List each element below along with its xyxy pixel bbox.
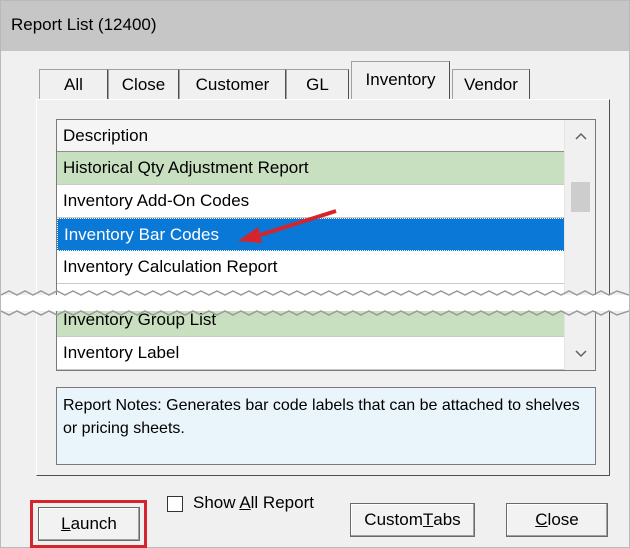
list-item-label: Inventory Label: [63, 343, 180, 362]
tab-gl[interactable]: GL: [286, 69, 349, 99]
launch-label-rest: aunch: [70, 514, 117, 533]
scroll-thumb[interactable]: [571, 182, 590, 212]
show-all-label-mnemonic: A: [239, 493, 251, 512]
custom-tabs-label-prefix: Custom: [364, 510, 423, 529]
tab-vendor-label: Vendor: [464, 74, 518, 94]
scroll-down-icon[interactable]: [565, 338, 596, 370]
list-item-label: Inventory Calculation Report: [63, 257, 278, 276]
torn-edge-divider: [1, 290, 629, 316]
tab-gl-label: GL: [306, 74, 329, 94]
close-label-rest: lose: [547, 510, 579, 529]
list-item-label: Historical Qty Adjustment Report: [63, 158, 309, 177]
tab-vendor[interactable]: Vendor: [452, 69, 530, 99]
show-all-report-checkbox[interactable]: [167, 496, 183, 512]
tab-close-label: Close: [121, 74, 166, 94]
launch-label-mnemonic: L: [61, 514, 71, 533]
tab-strip: All Close Customer GL Inventory Vendor: [1, 51, 629, 101]
close-label-mnemonic: C: [535, 510, 548, 529]
list-item-label: Inventory Add-On Codes: [63, 191, 250, 210]
custom-tabs-button[interactable]: Custom Tabs: [350, 503, 475, 537]
report-notes: Report Notes: Generates bar code labels …: [56, 387, 596, 465]
custom-tabs-label-mnemonic: T: [422, 510, 434, 529]
close-button[interactable]: Close: [506, 503, 608, 537]
show-all-report-label[interactable]: Show All Report: [193, 493, 314, 513]
window-title: Report List (12400): [11, 15, 157, 34]
window-content: All Close Customer GL Inventory Vendor D…: [1, 51, 629, 548]
title-bar: Report List (12400): [1, 1, 629, 51]
custom-tabs-label-rest: abs: [433, 510, 461, 529]
tab-inventory[interactable]: Inventory: [351, 61, 450, 101]
list-item-label: Inventory Bar Codes: [64, 224, 219, 244]
scroll-up-icon[interactable]: [565, 120, 596, 152]
show-all-label-rest: ll Report: [250, 493, 314, 512]
list-item[interactable]: Inventory Label: [57, 337, 565, 370]
tab-customer-label: Customer: [195, 74, 270, 94]
list-scrollbar[interactable]: [564, 120, 595, 370]
annotation-arrow-icon: [238, 209, 337, 243]
list-item[interactable]: Inventory Calculation Report: [57, 251, 565, 284]
report-notes-text: Report Notes: Generates bar code labels …: [63, 397, 580, 437]
tab-all[interactable]: All: [39, 69, 108, 99]
tab-all-label: All: [64, 74, 83, 94]
column-header-label: Description: [63, 125, 149, 145]
show-all-label-prefix: Show: [193, 493, 240, 512]
launch-button[interactable]: Launch: [38, 507, 140, 541]
report-list-window: Report List (12400) All Close Customer G…: [0, 0, 630, 548]
tab-close[interactable]: Close: [108, 69, 179, 99]
tab-customer[interactable]: Customer: [179, 69, 286, 99]
tab-inventory-label: Inventory: [365, 70, 436, 89]
column-header-description[interactable]: Description: [57, 120, 565, 152]
list-item[interactable]: Historical Qty Adjustment Report: [57, 152, 565, 185]
